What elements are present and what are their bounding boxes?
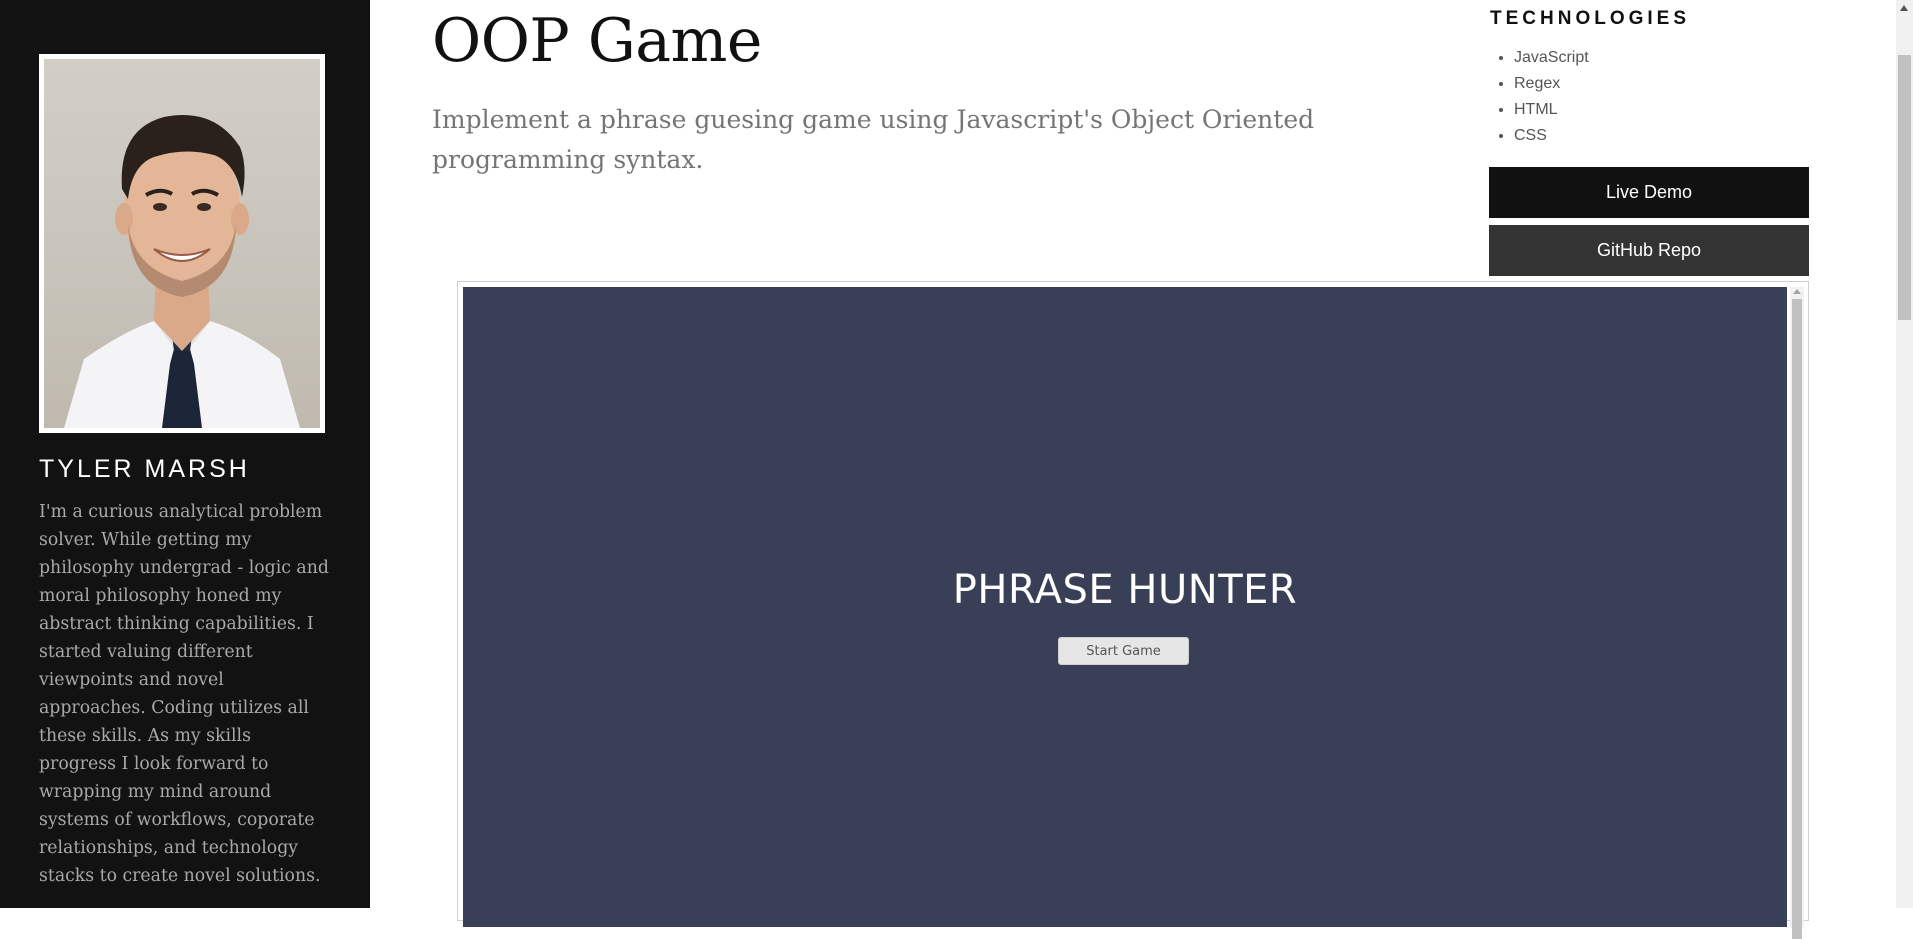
portrait-illustration (64, 115, 300, 428)
game-title: PHRASE HUNTER (952, 567, 1298, 613)
profile-photo (39, 54, 325, 433)
technologies-list: JavaScript Regex HTML CSS (1490, 45, 1589, 149)
game-embed-frame[interactable]: PHRASE HUNTER Start Game (457, 281, 1809, 939)
person-name: TYLER MARSH (39, 455, 250, 483)
github-repo-button[interactable]: GitHub Repo (1489, 225, 1809, 276)
scroll-up-arrow-icon[interactable] (1793, 289, 1801, 294)
page-title: OOP Game (432, 6, 762, 76)
embed-scrollbar-thumb[interactable] (1792, 299, 1802, 939)
sidebar: TYLER MARSH I'm a curious analytical pro… (0, 0, 370, 908)
technologies-heading: TECHNOLOGIES (1490, 8, 1691, 29)
technology-item: Regex (1514, 71, 1589, 97)
technology-item: JavaScript (1514, 45, 1589, 71)
technology-item: HTML (1514, 97, 1589, 123)
live-demo-button[interactable]: Live Demo (1489, 167, 1809, 218)
project-description: Implement a phrase guesing game using Ja… (432, 105, 1315, 174)
bio-text: I'm a curious analytical problem solver.… (39, 502, 329, 886)
technology-item: CSS (1514, 123, 1589, 149)
embed-scrollbar[interactable] (1790, 287, 1804, 939)
start-game-button[interactable]: Start Game (1058, 637, 1189, 665)
page-scrollbar[interactable] (1896, 0, 1913, 908)
page-scrollbar-thumb[interactable] (1898, 55, 1911, 320)
game-screen: PHRASE HUNTER Start Game (463, 287, 1787, 927)
scroll-up-arrow-icon[interactable] (1900, 5, 1908, 11)
